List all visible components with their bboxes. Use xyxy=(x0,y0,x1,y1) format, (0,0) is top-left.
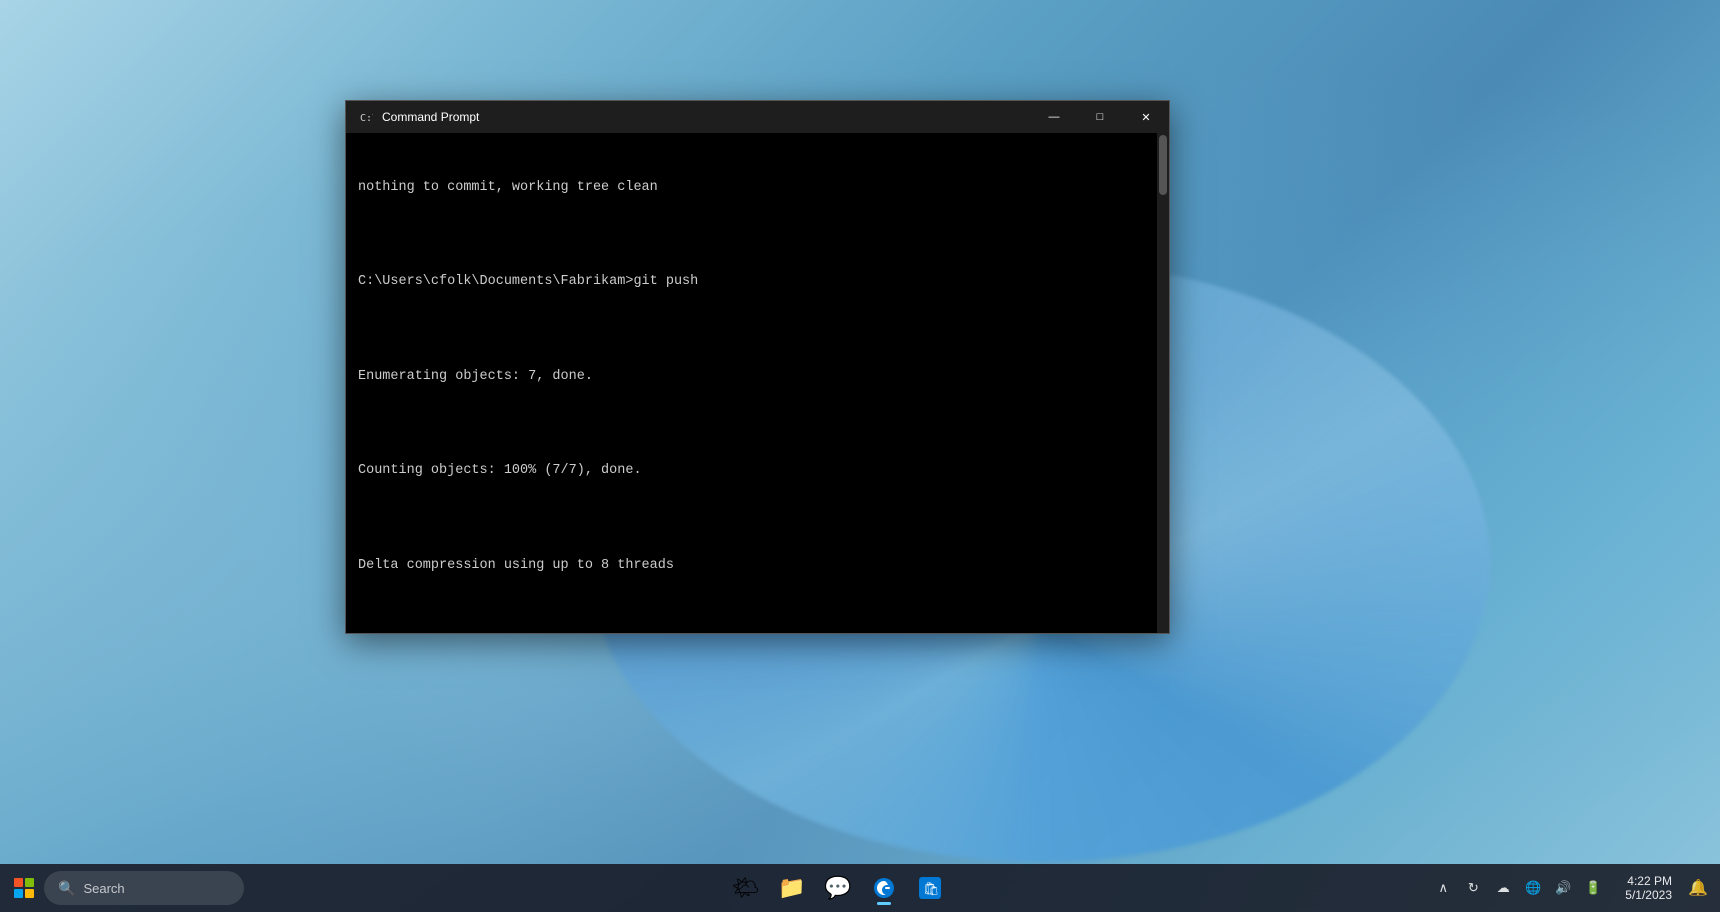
tray-onedrive[interactable]: ☁ xyxy=(1489,874,1517,902)
cmd-window-icon: C:\ xyxy=(358,109,374,125)
minimize-button[interactable]: — xyxy=(1031,101,1077,133)
win-logo-q4 xyxy=(25,889,34,898)
terminal-output[interactable]: nothing to commit, working tree clean C:… xyxy=(346,133,1157,633)
terminal-scrollbar[interactable] xyxy=(1157,133,1169,633)
battery-icon: 🔋 xyxy=(1585,880,1601,896)
edge-icon xyxy=(873,877,895,899)
win-logo-q3 xyxy=(14,889,23,898)
tray-volume[interactable]: 🔊 xyxy=(1549,874,1577,902)
terminal-line: Counting objects: 100% (7/7), done. xyxy=(358,462,1145,481)
maximize-button[interactable]: □ xyxy=(1077,101,1123,133)
notification-icon: 🔔 xyxy=(1688,878,1708,898)
notification-button[interactable]: 🔔 xyxy=(1684,874,1712,902)
window-title-text: Command Prompt xyxy=(382,110,1023,124)
tray-chevron[interactable]: ∧ xyxy=(1429,874,1457,902)
chevron-icon: ∧ xyxy=(1439,880,1449,896)
svg-text:🛍: 🛍 xyxy=(923,881,940,896)
tray-network[interactable]: 🌐 xyxy=(1519,874,1547,902)
taskbar-icon-widgets[interactable]: 🌤 xyxy=(726,868,766,908)
window-controls: — □ ✕ xyxy=(1031,101,1169,133)
taskbar-clock[interactable]: 4:22 PM 5/1/2023 xyxy=(1617,874,1680,902)
command-prompt-window: C:\ Command Prompt — □ ✕ nothing to comm… xyxy=(345,100,1170,634)
system-tray: ∧ ↻ ☁ 🌐 🔊 🔋 xyxy=(1423,874,1613,902)
svg-text:C:\: C:\ xyxy=(360,113,373,124)
win-logo-q2 xyxy=(25,878,34,887)
win-logo-q1 xyxy=(14,878,23,887)
taskbar-search-box[interactable]: 🔍 Search xyxy=(44,871,244,905)
clock-date: 5/1/2023 xyxy=(1625,888,1672,902)
taskbar-center: 🌤 📁 💬 🛍 xyxy=(252,868,1423,908)
start-button[interactable] xyxy=(8,872,40,904)
taskbar-left: 🔍 Search xyxy=(8,871,244,905)
onedrive-icon: ☁ xyxy=(1497,880,1510,896)
terminal-line: Enumerating objects: 7, done. xyxy=(358,368,1145,387)
taskbar-icon-teams[interactable]: 💬 xyxy=(818,868,858,908)
widgets-icon: 🌤 xyxy=(732,875,760,901)
scrollbar-thumb[interactable] xyxy=(1159,135,1167,195)
terminal-line: Delta compression using up to 8 threads xyxy=(358,557,1145,576)
tray-battery[interactable]: 🔋 xyxy=(1579,874,1607,902)
window-titlebar: C:\ Command Prompt — □ ✕ xyxy=(346,101,1169,133)
file-explorer-icon: 📁 xyxy=(778,875,805,901)
terminal-line: nothing to commit, working tree clean xyxy=(358,179,1145,198)
taskbar-right: ∧ ↻ ☁ 🌐 🔊 🔋 4:22 PM 5/1/2023 🔔 xyxy=(1423,874,1712,902)
taskbar: 🔍 Search 🌤 📁 💬 🛍 xyxy=(0,864,1720,912)
search-label: Search xyxy=(83,881,124,896)
taskbar-icon-file-explorer[interactable]: 📁 xyxy=(772,868,812,908)
close-button[interactable]: ✕ xyxy=(1123,101,1169,133)
clock-time: 4:22 PM xyxy=(1627,874,1672,888)
tray-refresh[interactable]: ↻ xyxy=(1459,874,1487,902)
windows-logo xyxy=(14,878,34,898)
teams-icon: 💬 xyxy=(824,875,851,901)
network-icon: 🌐 xyxy=(1525,880,1541,896)
taskbar-icon-edge[interactable] xyxy=(864,868,904,908)
search-icon: 🔍 xyxy=(58,880,75,897)
volume-icon: 🔊 xyxy=(1555,880,1571,896)
window-body: nothing to commit, working tree clean C:… xyxy=(346,133,1169,633)
taskbar-icon-store[interactable]: 🛍 xyxy=(910,868,950,908)
refresh-icon: ↻ xyxy=(1468,880,1479,896)
terminal-line: C:\Users\cfolk\Documents\Fabrikam>git pu… xyxy=(358,273,1145,292)
store-icon: 🛍 xyxy=(919,877,941,899)
